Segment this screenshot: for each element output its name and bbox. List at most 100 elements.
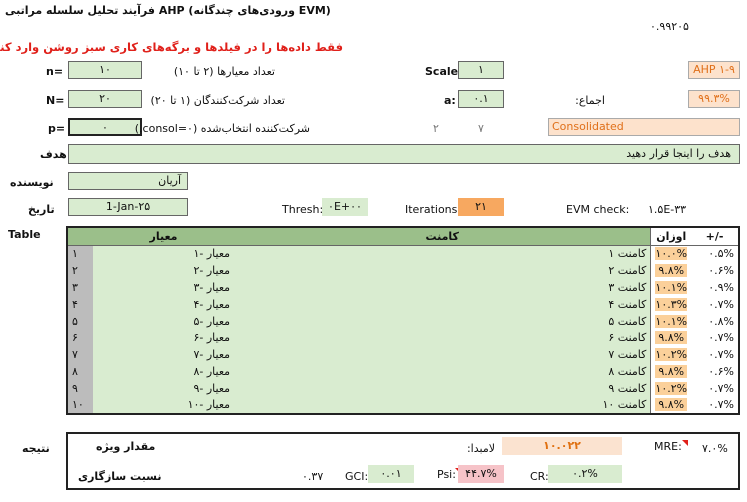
weight-value: ۹.۸%	[655, 398, 688, 412]
num-seven: ۷	[478, 122, 484, 135]
comment-cell[interactable]: کامنت ۷	[234, 346, 651, 364]
pm-cell: ۰.۷%	[691, 329, 739, 347]
weight-cell: ۹.۸%	[650, 397, 692, 414]
comment-cell[interactable]: کامنت ۲	[234, 261, 651, 279]
weight-value: ۱۰.۲%	[655, 382, 688, 396]
row-index: ۱	[67, 245, 93, 262]
weight-cell: ۱۰.۰%	[650, 245, 692, 262]
weight-cell: ۱۰.۱%	[650, 278, 692, 296]
weight-value: ۹.۸%	[655, 331, 688, 345]
col-criteria-header: معیار	[92, 227, 235, 246]
eigenvalue-label: مقدار ویژه	[96, 440, 156, 453]
weight-cell: ۹.۸%	[650, 329, 692, 347]
table-row: ۷ معیار -۷ کامنت ۷ ۱۰.۲% ۰.۷%	[67, 346, 739, 364]
ahp-scale-display: AHP ۱-۹	[688, 61, 740, 79]
table-label: Table	[8, 228, 41, 241]
author-label: نویسنده	[10, 176, 54, 189]
criterion-cell[interactable]: معیار -۲	[92, 261, 235, 279]
criterion-cell[interactable]: معیار -۹	[92, 380, 235, 398]
weight-cell: ۱۰.۱%	[650, 312, 692, 330]
col-pm-header: +/-	[691, 227, 739, 246]
table-row: ۵ معیار -۵ کامنت ۵ ۱۰.۱% ۰.۸%	[67, 312, 739, 330]
comment-cell[interactable]: کامنت ۳	[234, 278, 651, 296]
comment-cell[interactable]: کامنت ۸	[234, 363, 651, 381]
weight-cell: ۱۰.۳%	[650, 295, 692, 313]
comment-cell[interactable]: کامنت ۹	[234, 380, 651, 398]
page-title: فرآیند تحلیل سلسله مراتبی AHP (ورودی‌های…	[5, 4, 331, 17]
weight-value: ۱۰.۲%	[655, 348, 688, 362]
weight-cell: ۹.۸%	[650, 363, 692, 381]
lambda-value: ۱۰.۰۲۲	[502, 437, 622, 455]
criterion-cell[interactable]: معیار -۳	[92, 278, 235, 296]
date-label: تاریخ	[28, 203, 55, 216]
row-index: ۶	[67, 329, 93, 347]
criterion-cell[interactable]: معیار -۱۰	[92, 397, 235, 414]
n-label: n=	[46, 65, 64, 78]
cr-value: ۰.۲%	[548, 465, 622, 483]
pm-cell: ۰.۷%	[691, 346, 739, 364]
consensus-label: اجماع:	[575, 94, 605, 107]
pm-cell: ۰.۹%	[691, 278, 739, 296]
pm-cell: ۰.۵%	[691, 245, 739, 262]
comment-cell[interactable]: کامنت ۵	[234, 312, 651, 330]
N-input[interactable]: ۲۰	[68, 90, 142, 108]
author-input[interactable]: آریان	[68, 172, 188, 190]
comment-cell[interactable]: کامنت ۱۰	[234, 397, 651, 414]
scale-input[interactable]: ۱	[458, 61, 504, 79]
mre-label: MRE:	[654, 440, 688, 453]
criterion-cell[interactable]: معیار -۶	[92, 329, 235, 347]
criterion-cell[interactable]: معیار -۴	[92, 295, 235, 313]
row-index: ۲	[67, 261, 93, 279]
consistency-value: ۰.۳۷	[302, 470, 324, 483]
weight-cell: ۹.۸%	[650, 261, 692, 279]
weight-cell: ۱۰.۲%	[650, 346, 692, 364]
goal-label: هدف	[40, 148, 67, 161]
weight-value: ۱۰.۱%	[655, 314, 688, 328]
gci-value: ۰.۰۱	[368, 465, 414, 483]
thresh-label: Thresh:	[282, 203, 324, 216]
top-value: ۰.۹۹۲۰۵	[650, 20, 689, 33]
table-row: ۹ معیار -۹ کامنت ۹ ۱۰.۲% ۰.۷%	[67, 380, 739, 398]
consensus-value: ۹۹.۳%	[688, 90, 740, 108]
comment-cell[interactable]: کامنت ۴	[234, 295, 651, 313]
criterion-cell[interactable]: معیار -۱	[92, 245, 235, 262]
result-label: نتیجه	[22, 442, 50, 455]
criterion-cell[interactable]: معیار -۸	[92, 363, 235, 381]
row-index: ۵	[67, 312, 93, 330]
table-header-row: معیار کامنت اوزان +/-	[67, 227, 739, 246]
col-weights-header: اوزان	[650, 227, 692, 246]
p-input[interactable]: ۰	[68, 118, 142, 136]
lambda-label: لامبدا:	[466, 442, 495, 455]
table-row: ۴ معیار -۴ کامنت ۴ ۱۰.۳% ۰.۷%	[67, 295, 739, 313]
a-input[interactable]: ۰.۱	[458, 90, 504, 108]
table-row: ۶ معیار -۶ کامنت ۶ ۹.۸% ۰.۷%	[67, 329, 739, 347]
table-row: ۱ معیار -۱ کامنت ۱ ۱۰.۰% ۰.۵%	[67, 245, 739, 262]
pm-cell: ۰.۷%	[691, 397, 739, 414]
row-index: ۱۰	[67, 397, 93, 414]
row-index: ۷	[67, 346, 93, 364]
criteria-table: معیار کامنت اوزان +/- ۱ معیار -۱ کامنت ۱ ۱۰…	[66, 226, 740, 415]
pm-cell: ۰.۷%	[691, 380, 739, 398]
goal-input[interactable]: هدف را اینجا قرار دهید	[68, 144, 740, 164]
criterion-cell[interactable]: معیار -۵	[92, 312, 235, 330]
gci-label: GCI:	[345, 470, 369, 483]
row-index: ۹	[67, 380, 93, 398]
p-label: p=	[48, 122, 66, 135]
weight-value: ۹.۸%	[655, 263, 688, 277]
iterations-label: Iterations:	[405, 203, 462, 216]
pm-cell: ۰.۸%	[691, 312, 739, 330]
n-input[interactable]: ۱۰	[68, 61, 142, 79]
row-index: ۳	[67, 278, 93, 296]
table-row: ۱۰ معیار -۱۰ کامنت ۱۰ ۹.۸% ۰.۷%	[67, 397, 739, 414]
a-label: a:	[444, 94, 456, 107]
consistency-ratio-label: نسبت سازگاری	[78, 470, 162, 483]
num-two: ۲	[433, 122, 439, 135]
comment-cell[interactable]: کامنت ۶	[234, 329, 651, 347]
evm-check-label: EVM check:	[566, 203, 630, 216]
date-input[interactable]: 1-Jan-۲۵	[68, 198, 188, 216]
comment-cell[interactable]: کامنت ۱	[234, 245, 651, 262]
criterion-cell[interactable]: معیار -۷	[92, 346, 235, 364]
weight-value: ۱۰.۱%	[655, 280, 688, 294]
N-description: تعداد شرکت‌کنندگان (۱ تا ۲۰)	[150, 94, 285, 107]
row-index: ۴	[67, 295, 93, 313]
